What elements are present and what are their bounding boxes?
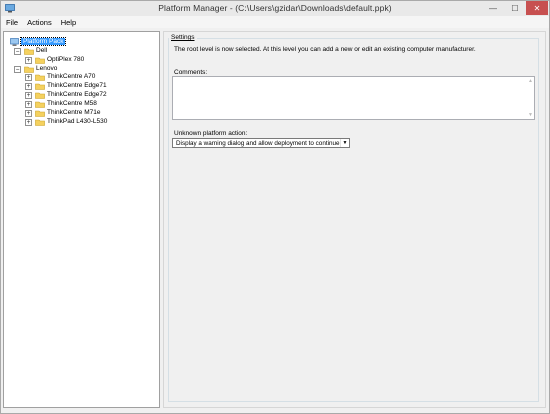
menu-actions[interactable]: Actions bbox=[27, 18, 52, 27]
platform-manager-window: Platform Manager - (C:\Users\gzidar\Down… bbox=[0, 0, 550, 414]
folder-icon bbox=[35, 101, 45, 108]
expand-thinkcentre-a70-icon[interactable]: + bbox=[25, 74, 32, 81]
folder-icon bbox=[35, 92, 45, 99]
expand-thinkcentre-edge71-icon[interactable]: + bbox=[25, 83, 32, 90]
menu-bar: File Actions Help bbox=[1, 16, 549, 28]
platform-tree[interactable]: Platform Pack − Dell + OptiPlex 780 − Le… bbox=[3, 31, 160, 408]
comments-textarea[interactable] bbox=[172, 76, 535, 120]
settings-group-label: Settings bbox=[169, 34, 197, 41]
close-button[interactable]: ✕ bbox=[526, 1, 548, 15]
scroll-down-icon[interactable]: ▼ bbox=[528, 112, 533, 118]
tree-node-optiplex-780[interactable]: OptiPlex 780 bbox=[47, 56, 84, 63]
tree-node-lenovo[interactable]: Lenovo bbox=[36, 65, 57, 72]
menu-help[interactable]: Help bbox=[61, 18, 76, 27]
tree-node-thinkpad-l430-l530[interactable]: ThinkPad L430-L530 bbox=[47, 118, 107, 125]
expand-optiplex-780-icon[interactable]: + bbox=[25, 57, 32, 64]
collapse-lenovo-icon[interactable]: − bbox=[14, 66, 21, 73]
scroll-up-icon[interactable]: ▲ bbox=[528, 78, 533, 84]
menu-file[interactable]: File bbox=[6, 18, 18, 27]
chevron-down-icon[interactable]: ▼ bbox=[340, 139, 349, 147]
tree-node-thinkcentre-a70[interactable]: ThinkCentre A70 bbox=[47, 73, 95, 80]
tree-node-thinkcentre-m58[interactable]: ThinkCentre M58 bbox=[47, 100, 97, 107]
title-bar[interactable]: Platform Manager - (C:\Users\gzidar\Down… bbox=[1, 1, 549, 16]
folder-icon bbox=[35, 57, 45, 64]
minimize-button[interactable]: — bbox=[482, 1, 504, 15]
folder-icon bbox=[35, 110, 45, 117]
comments-label: Comments: bbox=[174, 69, 208, 76]
expand-thinkcentre-m58-icon[interactable]: + bbox=[25, 101, 32, 108]
expand-thinkcentre-edge72-icon[interactable]: + bbox=[25, 92, 32, 99]
tree-node-thinkcentre-m71e[interactable]: ThinkCentre M71e bbox=[47, 109, 100, 116]
folder-icon bbox=[35, 74, 45, 81]
expand-thinkpad-l430-l530-icon[interactable]: + bbox=[25, 119, 32, 126]
unknown-action-select[interactable]: Display a warning dialog and allow deplo… bbox=[172, 138, 350, 148]
window-title: Platform Manager - (C:\Users\gzidar\Down… bbox=[158, 3, 392, 13]
tree-node-thinkcentre-edge72[interactable]: ThinkCentre Edge72 bbox=[47, 91, 107, 98]
folder-icon bbox=[24, 48, 34, 55]
tree-root-platform-pack[interactable]: Platform Pack bbox=[19, 37, 67, 46]
status-text: The root level is now selected. At this … bbox=[174, 46, 476, 53]
settings-pane: Settings The root level is now selected.… bbox=[163, 31, 546, 408]
tree-node-thinkcentre-edge71[interactable]: ThinkCentre Edge71 bbox=[47, 82, 107, 89]
folder-icon bbox=[24, 66, 34, 73]
computer-icon bbox=[10, 38, 19, 46]
maximize-button[interactable]: ☐ bbox=[504, 1, 526, 15]
tree-node-dell[interactable]: Dell bbox=[36, 47, 47, 54]
folder-icon bbox=[35, 83, 45, 90]
unknown-action-label: Unknown platform action: bbox=[174, 130, 248, 137]
expand-thinkcentre-m71e-icon[interactable]: + bbox=[25, 110, 32, 117]
collapse-dell-icon[interactable]: − bbox=[14, 48, 21, 55]
folder-icon bbox=[35, 119, 45, 126]
unknown-action-value: Display a warning dialog and allow deplo… bbox=[176, 139, 340, 147]
